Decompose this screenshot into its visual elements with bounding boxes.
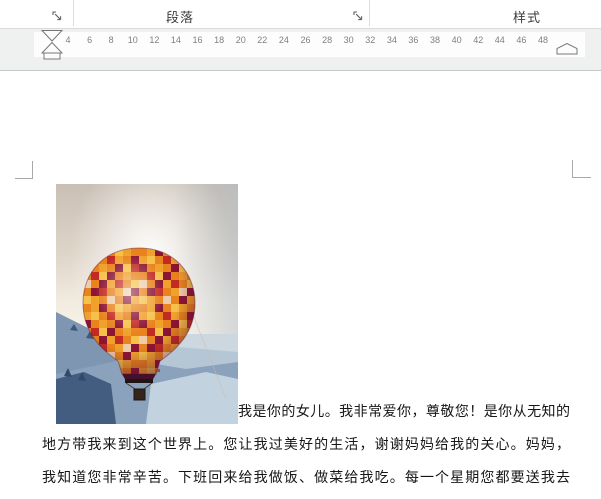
ruler-number: 36: [408, 35, 419, 45]
ruler-number: 32: [365, 35, 376, 45]
ruler-number: 28: [322, 35, 333, 45]
ruler-number: 30: [343, 35, 354, 45]
ruler-number: 6: [87, 35, 93, 45]
ruler-number: 18: [214, 35, 225, 45]
paragraph-line[interactable]: 我是你的女儿。我非常爱你，尊敬您！是你从无知的: [238, 401, 570, 421]
document-page[interactable]: 我是你的女儿。我非常爱你，尊敬您！是你从无知的 地方带我来到这个世界上。您让我过…: [0, 71, 601, 499]
ruler-number: 14: [170, 35, 181, 45]
ruler-number: 10: [127, 35, 138, 45]
corner-mark-top-left: [15, 178, 33, 179]
ruler-number: 26: [300, 35, 311, 45]
ruler-number: 34: [386, 35, 397, 45]
word-window: 段落 样式 4 6 8 10 12 14 16 18 20 22 24 26 28 30 32 34 36 38 4…: [0, 0, 601, 499]
ruler-number: 44: [494, 35, 505, 45]
ribbon-bottom-strip: 段落 样式: [0, 0, 601, 28]
ruler-number: 40: [451, 35, 462, 45]
ruler-number: 46: [516, 35, 527, 45]
ruler-number: 22: [257, 35, 268, 45]
ruler-number: 20: [235, 35, 246, 45]
first-line-indent-marker[interactable]: [40, 30, 64, 42]
ruler-number: 12: [149, 35, 160, 45]
group-label-styles: 样式: [512, 10, 541, 25]
ruler-number: 8: [108, 35, 114, 45]
group-separator: [369, 0, 370, 26]
corner-mark-top-right: [572, 160, 573, 178]
left-indent-marker[interactable]: [43, 52, 61, 60]
ruler: 4 6 8 10 12 14 16 18 20 22 24 26 28 30 32 34 36 38 40 42 44 4…: [0, 28, 601, 71]
corner-mark-top-left: [32, 161, 33, 179]
paragraph-line[interactable]: 我知道您非常辛苦。下班回来给我做饭、做菜给我吃。每一个星期您都要送我去: [42, 467, 570, 487]
ruler-number: 16: [192, 35, 203, 45]
ruler-number: 42: [473, 35, 484, 45]
corner-mark-top-right: [572, 177, 591, 178]
ruler-number: 48: [537, 35, 548, 45]
dialog-launcher-icon[interactable]: [353, 11, 364, 22]
ruler-number: 4: [65, 35, 71, 45]
hanging-indent-marker[interactable]: [40, 41, 64, 54]
group-separator: [73, 0, 74, 26]
balloon-photo[interactable]: [56, 184, 238, 424]
ruler-number: 24: [278, 35, 289, 45]
right-indent-marker[interactable]: [556, 43, 578, 55]
paragraph-line[interactable]: 地方带我来到这个世界上。您让我过美好的生活，谢谢妈妈给我的关心。妈妈，: [42, 434, 570, 454]
indent-markers[interactable]: [40, 30, 66, 60]
ruler-number: 38: [430, 35, 441, 45]
dialog-launcher-icon[interactable]: [52, 11, 63, 22]
group-label-paragraph: 段落: [165, 10, 194, 25]
